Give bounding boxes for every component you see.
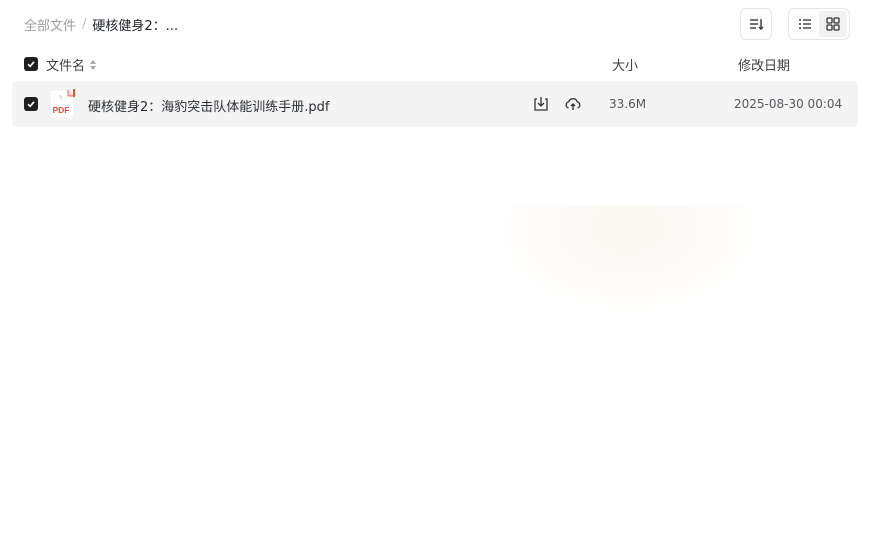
grid-view-icon: [826, 17, 840, 31]
pdf-type-label: PDF: [53, 105, 70, 115]
file-name[interactable]: 硬核健身2：海豹突击队体能训练手册.pdf: [88, 96, 329, 115]
view-toggle: [788, 8, 850, 40]
size-column-header[interactable]: 大小: [612, 55, 638, 74]
date-column-header[interactable]: 修改日期: [738, 55, 790, 74]
cloud-upload-icon: [565, 98, 581, 110]
download-button[interactable]: [532, 95, 550, 117]
sort-caret-icon: [90, 59, 97, 70]
background-glow: [478, 205, 778, 325]
select-all-checkbox[interactable]: [24, 57, 38, 71]
table-row[interactable]: PDF 硬核健身2：海豹突击队体能训练手册.pdf 33.6M 2025-08-…: [12, 81, 858, 127]
check-icon: [27, 101, 35, 108]
sort-button[interactable]: [740, 8, 772, 40]
download-icon: [534, 97, 548, 111]
pdf-file-icon: PDF: [49, 89, 75, 119]
breadcrumb-current: 硬核健身2：...: [92, 18, 179, 34]
breadcrumb: 全部文件 / 硬核健身2：...: [24, 15, 179, 34]
cloud-save-button[interactable]: [564, 95, 582, 117]
file-size: 33.6M: [609, 97, 647, 111]
breadcrumb-separator: /: [82, 16, 87, 32]
file-modified-date: 2025-08-30 00:04: [734, 97, 843, 111]
grid-view-button[interactable]: [819, 11, 847, 37]
list-header: 文件名 大小 修改日期: [12, 50, 858, 78]
row-checkbox[interactable]: [24, 97, 38, 111]
check-icon: [27, 61, 35, 68]
name-column-header[interactable]: 文件名: [46, 55, 97, 74]
breadcrumb-root[interactable]: 全部文件: [24, 15, 76, 34]
list-view-button[interactable]: [791, 11, 819, 37]
name-column-label: 文件名: [46, 59, 86, 74]
list-view-icon: [799, 19, 811, 29]
file-browser: 全部文件 / 硬核健身2：... 文件名 大小 修改日期 PDF 硬核健身2：海…: [0, 0, 874, 538]
sort-icon: [750, 19, 764, 30]
